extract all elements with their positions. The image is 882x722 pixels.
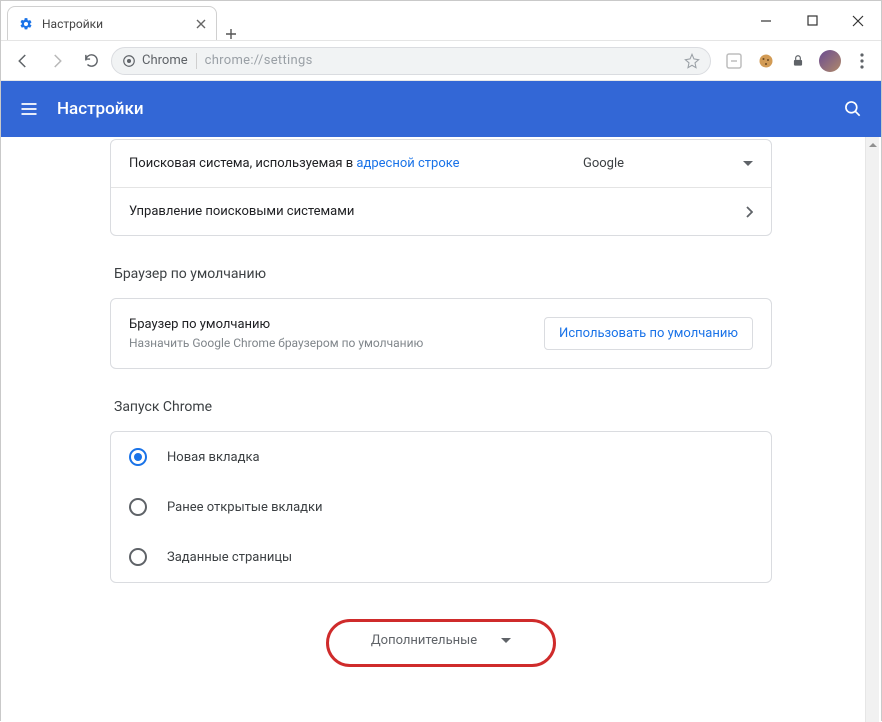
window-controls (743, 1, 881, 40)
default-browser-card: Браузер по умолчанию Назначить Google Ch… (110, 298, 772, 369)
gear-icon (18, 16, 34, 32)
default-browser-title: Браузер по умолчанию (129, 317, 423, 332)
new-tab-button[interactable] (217, 28, 245, 40)
manage-search-engines-label: Управление поисковыми системами (129, 204, 354, 219)
chrome-page-icon (122, 54, 136, 68)
page-title: Настройки (57, 99, 144, 119)
startup-option-continue[interactable]: Ранее открытые вкладки (111, 482, 771, 532)
startup-option-specific-pages[interactable]: Заданные страницы (111, 532, 771, 582)
scroll-up-icon[interactable] (866, 137, 879, 153)
advanced-section: Дополнительные (110, 625, 772, 656)
radio-button[interactable] (129, 548, 147, 566)
browser-tab[interactable]: Настройки (7, 6, 217, 40)
settings-header: Настройки (1, 81, 881, 137)
extension-icon[interactable] (723, 50, 745, 72)
chevron-right-icon (746, 206, 753, 218)
kebab-menu-icon[interactable] (851, 50, 873, 72)
minimize-button[interactable] (743, 1, 789, 40)
hamburger-menu-icon[interactable] (19, 99, 39, 119)
window-close-button[interactable] (835, 1, 881, 40)
tab-title: Настройки (42, 17, 188, 31)
search-engine-value: Google (583, 156, 624, 171)
back-button[interactable] (9, 47, 37, 75)
address-bar[interactable]: Chrome chrome://settings (111, 47, 711, 75)
search-engine-dropdown[interactable]: Google (583, 156, 753, 171)
on-startup-card: Новая вкладка Ранее открытые вкладки Зад… (110, 431, 772, 583)
url-text: chrome://settings (205, 53, 313, 68)
search-icon[interactable] (843, 99, 863, 119)
settings-content: Поисковая система, используемая в адресн… (110, 137, 772, 696)
manage-search-engines-row[interactable]: Управление поисковыми системами (111, 187, 771, 235)
make-default-button[interactable]: Использовать по умолчанию (544, 317, 753, 350)
close-icon[interactable] (196, 19, 206, 29)
highlight-annotation (326, 619, 556, 667)
default-browser-text: Браузер по умолчанию Назначить Google Ch… (129, 317, 423, 350)
maximize-button[interactable] (789, 1, 835, 40)
reload-button[interactable] (77, 47, 105, 75)
lock-icon[interactable] (787, 50, 809, 72)
startup-option-label: Ранее открытые вкладки (167, 500, 323, 515)
radio-button[interactable] (129, 448, 147, 466)
omnibox-link[interactable]: адресной строке (356, 156, 459, 171)
startup-option-label: Новая вкладка (167, 450, 260, 465)
search-engine-label: Поисковая система, используемая в адресн… (129, 156, 460, 171)
extensions-row (717, 50, 873, 72)
tab-strip: Настройки (1, 1, 743, 40)
site-identity: Chrome (122, 53, 188, 68)
default-browser-subtitle: Назначить Google Chrome браузером по умо… (129, 336, 423, 350)
window-titlebar: Настройки (1, 1, 881, 41)
toolbar: Chrome chrome://settings (1, 41, 881, 81)
bookmark-star-icon[interactable] (684, 53, 700, 69)
chevron-down-icon (743, 161, 753, 167)
cookie-icon[interactable] (755, 50, 777, 72)
radio-button[interactable] (129, 498, 147, 516)
search-engine-row[interactable]: Поисковая система, используемая в адресн… (111, 140, 771, 187)
origin-label: Chrome (142, 53, 188, 68)
startup-option-label: Заданные страницы (167, 550, 292, 565)
separator (196, 53, 197, 69)
default-browser-section-title: Браузер по умолчанию (114, 266, 772, 282)
on-startup-section-title: Запуск Chrome (114, 399, 772, 415)
scrollbar[interactable] (865, 137, 879, 722)
profile-avatar[interactable] (819, 50, 841, 72)
startup-option-new-tab[interactable]: Новая вкладка (111, 432, 771, 482)
search-engine-card: Поисковая система, используемая в адресн… (110, 139, 772, 236)
search-engine-label-text: Поисковая система, используемая в (129, 156, 356, 171)
forward-button[interactable] (43, 47, 71, 75)
content-scroll: Поисковая система, используемая в адресн… (1, 137, 881, 722)
